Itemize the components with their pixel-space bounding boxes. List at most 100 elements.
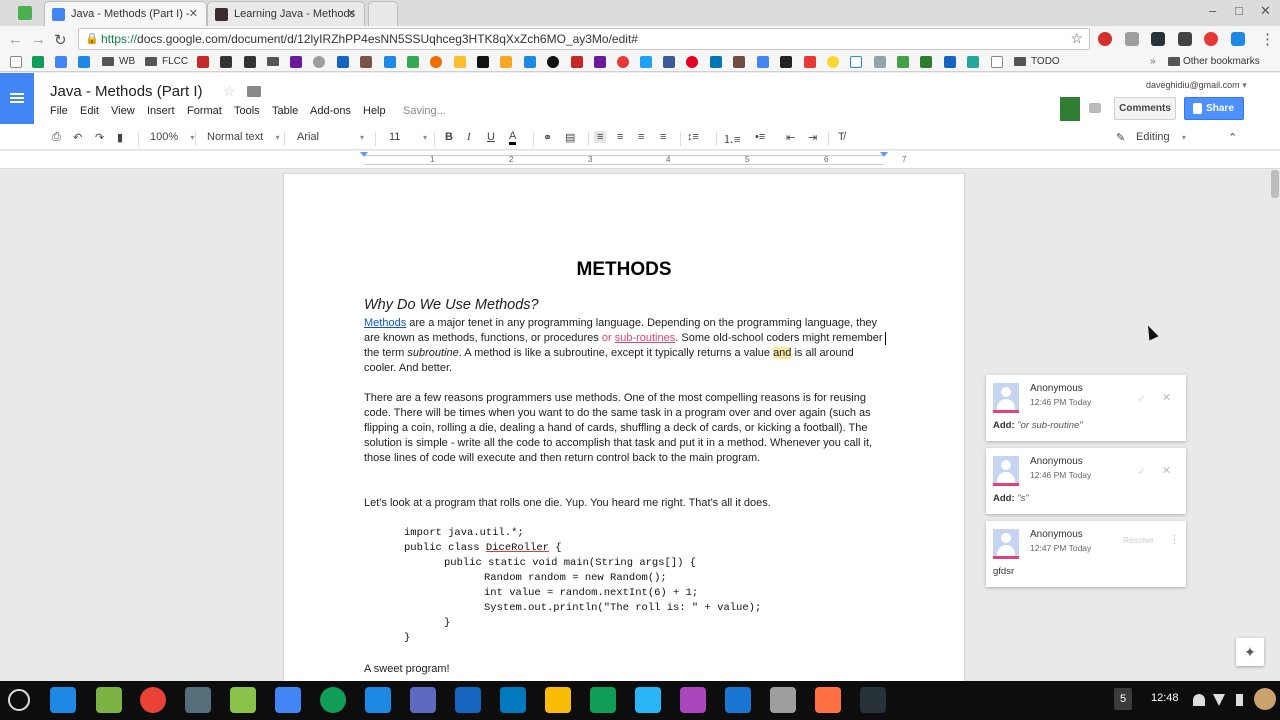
methods-link[interactable]: Methods xyxy=(364,317,406,329)
inbox-icon[interactable] xyxy=(275,687,301,713)
numbered-list-icon[interactable]: ⒈≡ xyxy=(723,131,740,147)
calendar-icon[interactable] xyxy=(365,687,391,713)
sheets-bookmark-icon[interactable] xyxy=(32,56,44,68)
app-icon[interactable] xyxy=(860,687,886,713)
clear-formatting-icon[interactable]: T̸ xyxy=(838,131,845,143)
redo-icon[interactable]: ↷ xyxy=(95,131,104,144)
bookmark-folder-todo[interactable]: TODO xyxy=(1031,56,1060,67)
finger-lakes-icon[interactable] xyxy=(230,687,256,713)
accept-suggestion-icon[interactable]: ✓ xyxy=(1137,392,1146,405)
docs-home-icon[interactable] xyxy=(0,73,34,124)
bookmark-icon[interactable] xyxy=(733,56,745,68)
suggestion-comment[interactable]: Anonymous 12:46 PM Today ✓ ✕ Add: "s" xyxy=(986,448,1186,514)
bookmark-icon[interactable] xyxy=(360,56,372,68)
resolve-button[interactable]: Resolve xyxy=(1123,535,1154,545)
decrease-indent-icon[interactable]: ⇤ xyxy=(786,131,795,144)
comment[interactable]: Anonymous 12:47 PM Today Resolve ⋮ gfdsr xyxy=(986,521,1186,587)
keep-icon[interactable] xyxy=(545,687,571,713)
trello-icon[interactable] xyxy=(500,687,526,713)
folder-icon[interactable] xyxy=(267,57,279,66)
page-bookmark-icon[interactable] xyxy=(991,56,1003,68)
wifi-icon[interactable] xyxy=(1213,694,1225,706)
bookmark-icon[interactable] xyxy=(780,56,792,68)
bookmark-icon[interactable] xyxy=(454,56,466,68)
document-title[interactable]: Java - Methods (Part I) xyxy=(50,83,203,100)
app-icon[interactable] xyxy=(725,687,751,713)
bookmark-icon[interactable] xyxy=(944,56,956,68)
comments-button[interactable]: Comments xyxy=(1114,97,1176,120)
clock[interactable]: 12:48 xyxy=(1151,692,1179,704)
editing-mode-select[interactable]: Editing xyxy=(1136,131,1186,143)
bookmark-icon[interactable] xyxy=(244,56,256,68)
forward-icon[interactable]: → xyxy=(31,31,46,48)
suggestion-comment[interactable]: Anonymous 12:46 PM Today ✓ ✕ Add: "or su… xyxy=(986,375,1186,441)
account-email[interactable]: daveghidiu@gmail.com xyxy=(1146,80,1247,91)
minimize-icon[interactable]: – xyxy=(1209,3,1216,18)
shield-extension-icon[interactable] xyxy=(1178,32,1192,46)
right-indent-marker[interactable] xyxy=(880,152,888,157)
font-size-select[interactable]: 11 xyxy=(389,131,400,143)
font-select[interactable]: Arial xyxy=(297,131,319,143)
menu-table[interactable]: Table xyxy=(272,105,298,117)
insert-comment-icon[interactable]: ▤ xyxy=(565,131,575,144)
account-avatar[interactable] xyxy=(1254,688,1276,710)
misspelled-word[interactable]: DiceRoller xyxy=(486,542,549,554)
bookmark-folder-flcc[interactable]: FLCC xyxy=(162,56,188,67)
menu-help[interactable]: Help xyxy=(363,105,386,117)
bookmark-icon[interactable] xyxy=(874,56,886,68)
docs-bookmark-icon[interactable] xyxy=(55,56,67,68)
facebook-bookmark-icon[interactable] xyxy=(663,56,675,68)
commented-text[interactable]: and xyxy=(773,347,792,359)
bookmark-icon[interactable] xyxy=(313,56,325,68)
gmail-icon[interactable] xyxy=(770,687,796,713)
bookmark-icon[interactable] xyxy=(78,56,90,68)
chrome-icon[interactable] xyxy=(140,687,166,713)
classroom-icon[interactable] xyxy=(1060,97,1080,121)
app-icon[interactable] xyxy=(815,687,841,713)
menu-insert[interactable]: Insert xyxy=(147,105,175,117)
accept-suggestion-icon[interactable]: ✓ xyxy=(1137,465,1146,478)
undo-icon[interactable]: ↶ xyxy=(73,131,82,144)
battery-icon[interactable] xyxy=(1236,694,1243,706)
extension-icon[interactable] xyxy=(1098,32,1112,46)
back-icon[interactable]: ← xyxy=(8,31,23,48)
mail-bookmark-icon[interactable] xyxy=(594,56,606,68)
explore-icon[interactable]: ✦ xyxy=(1236,638,1264,666)
bookmark-icon[interactable] xyxy=(571,56,583,68)
drive-bookmark-icon[interactable] xyxy=(407,56,419,68)
align-left-icon[interactable]: ≡ xyxy=(594,131,607,143)
line-spacing-icon[interactable]: ↕≡ xyxy=(687,131,699,143)
increase-indent-icon[interactable]: ⇥ xyxy=(808,131,817,144)
hangouts-icon[interactable] xyxy=(320,687,346,713)
close-tab-icon[interactable]: ✕ xyxy=(347,7,356,20)
menu-file[interactable]: File xyxy=(50,105,68,117)
files-app-icon[interactable] xyxy=(50,687,76,713)
suggested-insertion[interactable]: sub-routines xyxy=(615,332,676,344)
twitter-bookmark-icon[interactable] xyxy=(640,56,652,68)
bold-button[interactable]: B xyxy=(445,131,453,143)
collapse-menus-icon[interactable]: ⌃ xyxy=(1228,131,1237,144)
move-to-folder-icon[interactable] xyxy=(247,86,261,97)
italic-button[interactable]: I xyxy=(467,131,471,143)
insert-link-icon[interactable]: ⚭ xyxy=(543,131,552,144)
menu-edit[interactable]: Edit xyxy=(80,105,99,117)
paragraph-1[interactable]: Methods are a major tenet in any program… xyxy=(364,316,889,376)
chevron-down-icon[interactable]: ▾ xyxy=(360,133,364,142)
star-icon[interactable]: ☆ xyxy=(223,83,236,100)
page-bookmark-icon[interactable] xyxy=(10,56,22,68)
zoom-select[interactable]: 100% xyxy=(150,131,194,143)
bookmark-icon[interactable] xyxy=(197,56,209,68)
chrome-menu-icon[interactable]: ⋮ xyxy=(1260,30,1275,48)
paragraph-4[interactable]: A sweet program! xyxy=(364,662,889,677)
chevron-down-icon[interactable]: ▾ xyxy=(423,133,427,142)
app-icon[interactable] xyxy=(96,687,122,713)
new-tab-button[interactable] xyxy=(368,1,398,26)
quizlet-icon[interactable] xyxy=(455,687,481,713)
close-tab-icon[interactable]: ✕ xyxy=(189,7,198,20)
maximize-icon[interactable]: □ xyxy=(1235,3,1243,18)
mail-bookmark-icon[interactable] xyxy=(384,56,396,68)
share-button[interactable]: Share xyxy=(1184,97,1244,120)
other-bookmarks[interactable]: Other bookmarks xyxy=(1183,56,1260,67)
menu-add-ons[interactable]: Add-ons xyxy=(310,105,351,117)
justify-icon[interactable]: ≡ xyxy=(660,131,666,143)
